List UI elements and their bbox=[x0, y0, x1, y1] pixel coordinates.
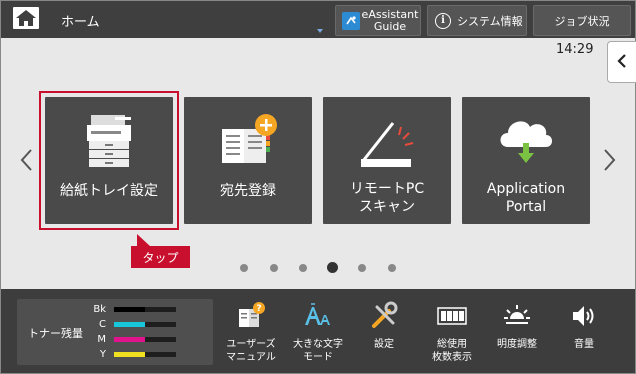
system-info-label: システム情報 bbox=[457, 14, 523, 28]
toner-row-y: Y bbox=[86, 348, 176, 360]
chevron-left-icon bbox=[19, 148, 33, 176]
job-status-button[interactable]: ジョブ状況 bbox=[533, 5, 631, 36]
clock: 14:29 bbox=[556, 42, 594, 57]
toner-row-m: M bbox=[86, 333, 176, 345]
tile-application-portal[interactable]: Application Portal bbox=[462, 97, 590, 224]
prev-page-button[interactable] bbox=[16, 148, 36, 176]
system-info-button[interactable]: i システム情報 bbox=[427, 5, 527, 36]
home-button[interactable] bbox=[9, 5, 43, 35]
footer-label-line2: 枚数表示 bbox=[432, 352, 472, 363]
toner-row-bk: Bk bbox=[86, 303, 176, 315]
toner-label: M bbox=[97, 333, 106, 345]
tile-address-registration[interactable]: 宛先登録 bbox=[184, 97, 312, 224]
footer-label-line2: モード bbox=[303, 352, 333, 363]
home-icon bbox=[12, 6, 40, 34]
page-dot[interactable] bbox=[388, 264, 396, 272]
toner-label: Bk bbox=[93, 303, 106, 315]
toner-bar bbox=[114, 306, 176, 312]
footer-label: 設定 bbox=[351, 338, 417, 351]
info-icon: i bbox=[435, 12, 451, 29]
page-dot[interactable] bbox=[299, 264, 307, 272]
counter-icon bbox=[419, 300, 485, 332]
large-text-icon bbox=[285, 300, 351, 332]
tile-label: 宛先登録 bbox=[220, 183, 276, 199]
users-manual-button[interactable]: ? ユーザーズ マニュアル bbox=[218, 296, 284, 370]
toner-level bbox=[114, 336, 145, 342]
footer-label-line1: ユーザーズ bbox=[226, 339, 276, 350]
brightness-icon bbox=[484, 300, 550, 332]
chevron-left-icon bbox=[617, 53, 627, 72]
footer-label: 音量 bbox=[551, 338, 617, 351]
footer-label: 明度調整 bbox=[484, 338, 550, 351]
cloud-download-icon bbox=[462, 111, 590, 173]
manual-icon: ? bbox=[218, 300, 284, 332]
svg-text:?: ? bbox=[256, 304, 261, 314]
large-text-mode-button[interactable]: 大きな文字 モード bbox=[285, 296, 351, 370]
tile-label-line1: Application bbox=[486, 181, 566, 197]
toner-label: C bbox=[99, 318, 106, 330]
job-status-label: ジョブ状況 bbox=[554, 14, 610, 28]
tile-label-line2: スキャン bbox=[359, 199, 415, 215]
eassistant-guide-button[interactable]: eAssistant Guide bbox=[335, 5, 421, 36]
page-dot[interactable] bbox=[240, 264, 248, 272]
footer-label: 大きな文字 モード bbox=[285, 338, 351, 364]
footer-label-line1: 総使用 bbox=[437, 339, 467, 350]
footer-label-line1: 大きな文字 bbox=[293, 339, 343, 350]
toner-bar bbox=[114, 321, 176, 327]
scanner-icon bbox=[323, 111, 451, 173]
eassistant-icon bbox=[342, 11, 360, 30]
toner-level bbox=[114, 351, 145, 357]
header-bar: ホーム eAssistant Guide i システム情報 ジョブ状況 bbox=[1, 1, 635, 38]
volume-icon bbox=[551, 300, 617, 332]
footer-label-line1: 音量 bbox=[574, 339, 594, 350]
toner-title: トナー残量 bbox=[28, 327, 83, 340]
page-dot[interactable] bbox=[358, 264, 366, 272]
tile-label: Application Portal bbox=[462, 180, 590, 216]
highlight-frame bbox=[39, 91, 179, 230]
settings-tools-icon bbox=[351, 300, 417, 332]
toner-bar bbox=[114, 351, 176, 357]
home-label: ホーム bbox=[61, 15, 100, 30]
eassistant-label-line2: Guide bbox=[373, 19, 407, 33]
side-panel-toggle[interactable] bbox=[607, 41, 636, 83]
footer-label-line2: マニュアル bbox=[226, 352, 276, 363]
footer-label-line1: 設定 bbox=[374, 339, 394, 350]
eassistant-label: eAssistant Guide bbox=[360, 8, 420, 33]
next-page-button[interactable] bbox=[600, 148, 620, 176]
tap-callout: タップ bbox=[131, 246, 190, 268]
footer-label-line1: 明度調整 bbox=[497, 339, 537, 350]
toner-label: Y bbox=[99, 348, 106, 360]
header-indicator bbox=[317, 29, 323, 33]
tile-label: リモートPC スキャン bbox=[323, 180, 451, 216]
volume-button[interactable]: 音量 bbox=[551, 296, 617, 370]
toner-level bbox=[114, 306, 145, 312]
brightness-button[interactable]: 明度調整 bbox=[484, 296, 550, 370]
toner-row-c: C bbox=[86, 318, 176, 330]
footer-label: ユーザーズ マニュアル bbox=[218, 338, 284, 364]
page-dot-active[interactable] bbox=[327, 262, 338, 273]
settings-button[interactable]: 設定 bbox=[351, 296, 417, 370]
tile-remote-pc-scan[interactable]: リモートPC スキャン bbox=[323, 97, 451, 224]
footer-label: 総使用 枚数表示 bbox=[419, 338, 485, 364]
total-count-button[interactable]: 総使用 枚数表示 bbox=[419, 296, 485, 370]
address-book-add-icon bbox=[184, 111, 312, 173]
toner-level bbox=[114, 321, 145, 327]
tile-label-line2: Portal bbox=[505, 199, 547, 215]
toner-bar bbox=[114, 336, 176, 342]
tile-label-line1: リモートPC bbox=[349, 181, 425, 197]
chevron-right-icon bbox=[603, 148, 617, 176]
page-dot[interactable] bbox=[270, 264, 278, 272]
